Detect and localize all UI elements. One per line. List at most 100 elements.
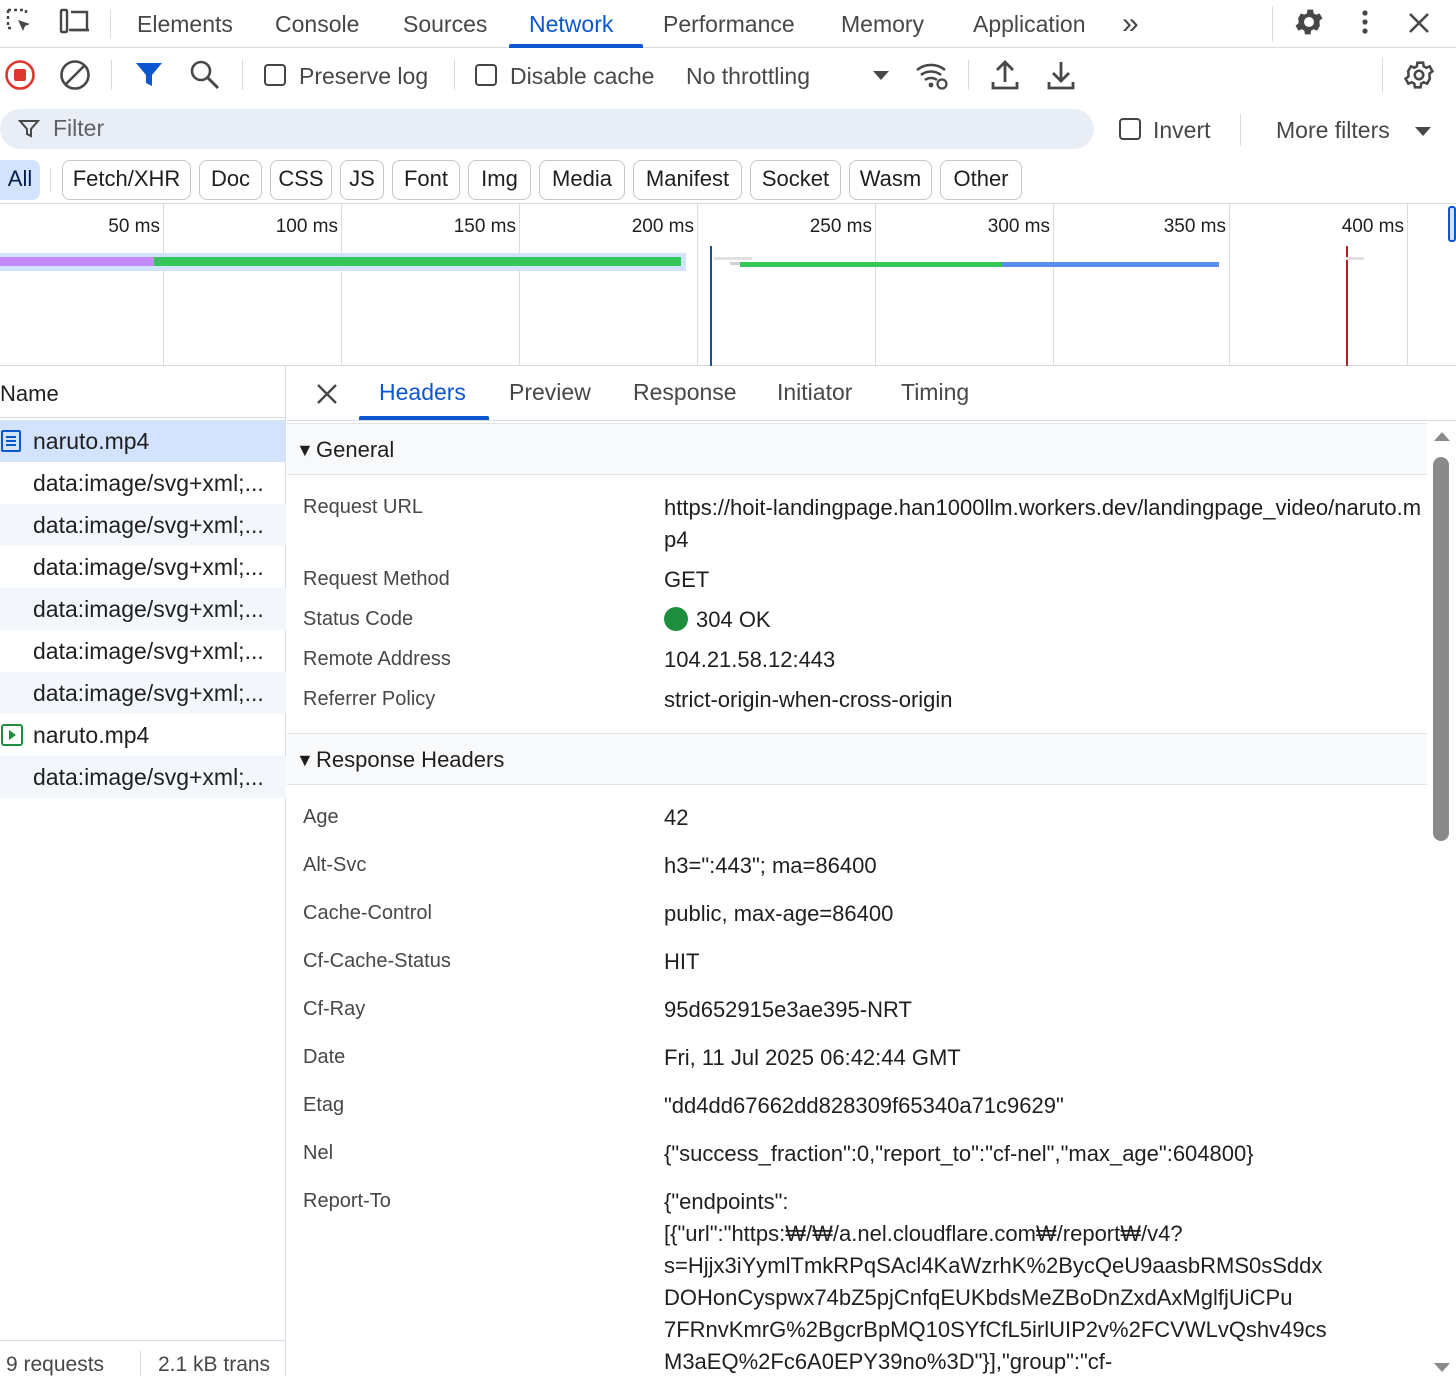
header-key: Remote Address (303, 648, 451, 670)
tab-application[interactable]: Application (973, 0, 1086, 48)
type-filter-manifest[interactable]: Manifest (633, 160, 742, 200)
throttling-select[interactable]: No throttling (686, 58, 896, 92)
stop-recording-icon[interactable] (3, 58, 37, 92)
header-key: Date (303, 1046, 346, 1068)
export-har-icon[interactable] (1046, 58, 1076, 92)
invert-checkbox[interactable] (1119, 118, 1141, 140)
type-filter-doc[interactable]: Doc (199, 160, 262, 200)
request-row[interactable]: data:image/svg+xml;... (0, 504, 286, 546)
filter-funnel-icon[interactable] (133, 60, 165, 90)
referrer-policy-value: strict-origin-when-cross-origin (664, 687, 953, 712)
type-filter-js[interactable]: JS (340, 160, 384, 200)
preserve-log-label[interactable]: Preserve log (299, 62, 428, 90)
type-filter-fetch-xhr[interactable]: Fetch/XHR (62, 160, 191, 200)
type-filter-css[interactable]: CSS (270, 160, 332, 200)
header-key: Referrer Policy (303, 688, 436, 710)
request-url-value: https://hoit-landingpage.han1000llm.work… (664, 495, 1422, 552)
request-row[interactable]: data:image/svg+xml;... (0, 588, 286, 630)
request-row[interactable]: naruto.mp4 (0, 714, 286, 756)
filter-row: Filter Invert More filters (0, 102, 1456, 156)
type-filter-img[interactable]: Img (468, 160, 531, 200)
tick-label: 50 ms (108, 216, 160, 237)
network-conditions-icon[interactable] (914, 58, 950, 92)
overview-bar-late (1346, 257, 1364, 260)
tick-label: 400 ms (1341, 216, 1404, 237)
type-filter-font[interactable]: Font (392, 160, 460, 200)
type-filter-socket[interactable]: Socket (750, 160, 841, 200)
preserve-log-checkbox[interactable] (264, 64, 286, 86)
tab-sources[interactable]: Sources (403, 0, 487, 48)
scroll-up-arrow-icon[interactable] (1432, 429, 1452, 443)
tab-performance[interactable]: Performance (663, 0, 795, 48)
overview-bar-download-2 (740, 262, 1002, 267)
general-section-header[interactable]: ▼ General (287, 423, 1427, 475)
type-filter-other[interactable]: Other (940, 160, 1022, 200)
type-filter-wasm[interactable]: Wasm (849, 160, 932, 200)
header-value: Fri, 11 Jul 2025 06:42:44 GMT (664, 1045, 961, 1070)
request-row[interactable]: data:image/svg+xml;... (0, 756, 286, 798)
tab-elements[interactable]: Elements (137, 0, 233, 48)
request-row[interactable]: data:image/svg+xml;... (0, 462, 286, 504)
tab-console[interactable]: Console (275, 0, 359, 48)
tab-preview[interactable]: Preview (509, 379, 591, 406)
scroll-down-arrow-icon[interactable] (1432, 1361, 1452, 1375)
close-devtools-icon[interactable] (1404, 8, 1434, 38)
inspect-element-icon[interactable] (4, 6, 36, 38)
header-key: Age (303, 806, 339, 828)
request-name: naruto.mp4 (33, 722, 150, 748)
more-tabs-icon[interactable]: » (1122, 0, 1139, 48)
request-name: data:image/svg+xml;... (33, 638, 264, 664)
tick-label: 200 ms (631, 216, 694, 237)
request-row[interactable]: data:image/svg+xml;... (0, 630, 286, 672)
header-key: Report-To (303, 1190, 391, 1212)
filter-icon (18, 120, 40, 138)
close-detail-icon[interactable] (315, 382, 339, 406)
tab-initiator[interactable]: Initiator (777, 379, 852, 406)
type-filter-all[interactable]: All (0, 160, 40, 200)
request-row[interactable]: data:image/svg+xml;... (0, 546, 286, 588)
disable-cache-checkbox[interactable] (475, 64, 497, 86)
throttling-value: No throttling (686, 63, 811, 89)
import-har-icon[interactable] (990, 58, 1020, 92)
media-icon (1, 724, 23, 746)
tab-headers[interactable]: Headers (379, 379, 466, 406)
network-settings-gear-icon[interactable] (1402, 58, 1436, 92)
device-toolbar-icon[interactable] (58, 6, 92, 38)
header-value: {"endpoints": [{"url":"https:₩/₩/a.nel.c… (664, 1189, 1327, 1374)
tick-label: 300 ms (987, 216, 1050, 237)
overview-bar-stalled (730, 262, 740, 265)
scrollbar-thumb[interactable] (1433, 457, 1449, 841)
name-column-header[interactable]: Name (0, 366, 286, 418)
tab-response[interactable]: Response (633, 379, 737, 406)
overview-scroll-handle[interactable] (1448, 206, 1456, 242)
more-filters-dropdown[interactable]: More filters (1276, 116, 1446, 146)
tab-timing[interactable]: Timing (901, 379, 969, 406)
document-icon (1, 430, 21, 452)
request-row[interactable]: data:image/svg+xml;... (0, 672, 286, 714)
tab-memory[interactable]: Memory (841, 0, 924, 48)
request-method-value: GET (664, 567, 710, 592)
status-code-value: 304 OK (664, 604, 1424, 636)
request-name: data:image/svg+xml;... (33, 764, 264, 790)
invert-label[interactable]: Invert (1153, 116, 1211, 144)
overview-bar-download (154, 257, 681, 266)
response-headers-section-header[interactable]: ▼ Response Headers (287, 733, 1427, 785)
resource-type-filters: All Fetch/XHR Doc CSS JS Font Img Media … (0, 156, 1456, 204)
detail-tab-bar: Headers Preview Response Initiator Timin… (287, 366, 1456, 421)
network-status-bar: 9 requests 2.1 kB trans (0, 1340, 286, 1376)
network-overview-timeline[interactable]: 50 ms 100 ms 150 ms 200 ms 250 ms 300 ms… (0, 204, 1456, 366)
header-value: {"success_fraction":0,"report_to":"cf-ne… (664, 1141, 1254, 1166)
settings-gear-icon[interactable] (1292, 5, 1326, 39)
filter-input[interactable]: Filter (0, 109, 1094, 149)
disable-cache-label[interactable]: Disable cache (510, 62, 654, 90)
customize-menu-icon[interactable] (1352, 8, 1378, 38)
chevron-down-icon (1415, 127, 1431, 136)
detail-scrollbar[interactable] (1427, 421, 1456, 1376)
section-title: Response Headers (316, 747, 505, 772)
chevron-down-icon (873, 71, 889, 80)
clear-log-icon[interactable] (58, 58, 92, 92)
tab-network[interactable]: Network (529, 0, 613, 48)
request-row[interactable]: naruto.mp4 (0, 420, 286, 462)
search-icon[interactable] (188, 58, 222, 92)
type-filter-media[interactable]: Media (539, 160, 625, 200)
